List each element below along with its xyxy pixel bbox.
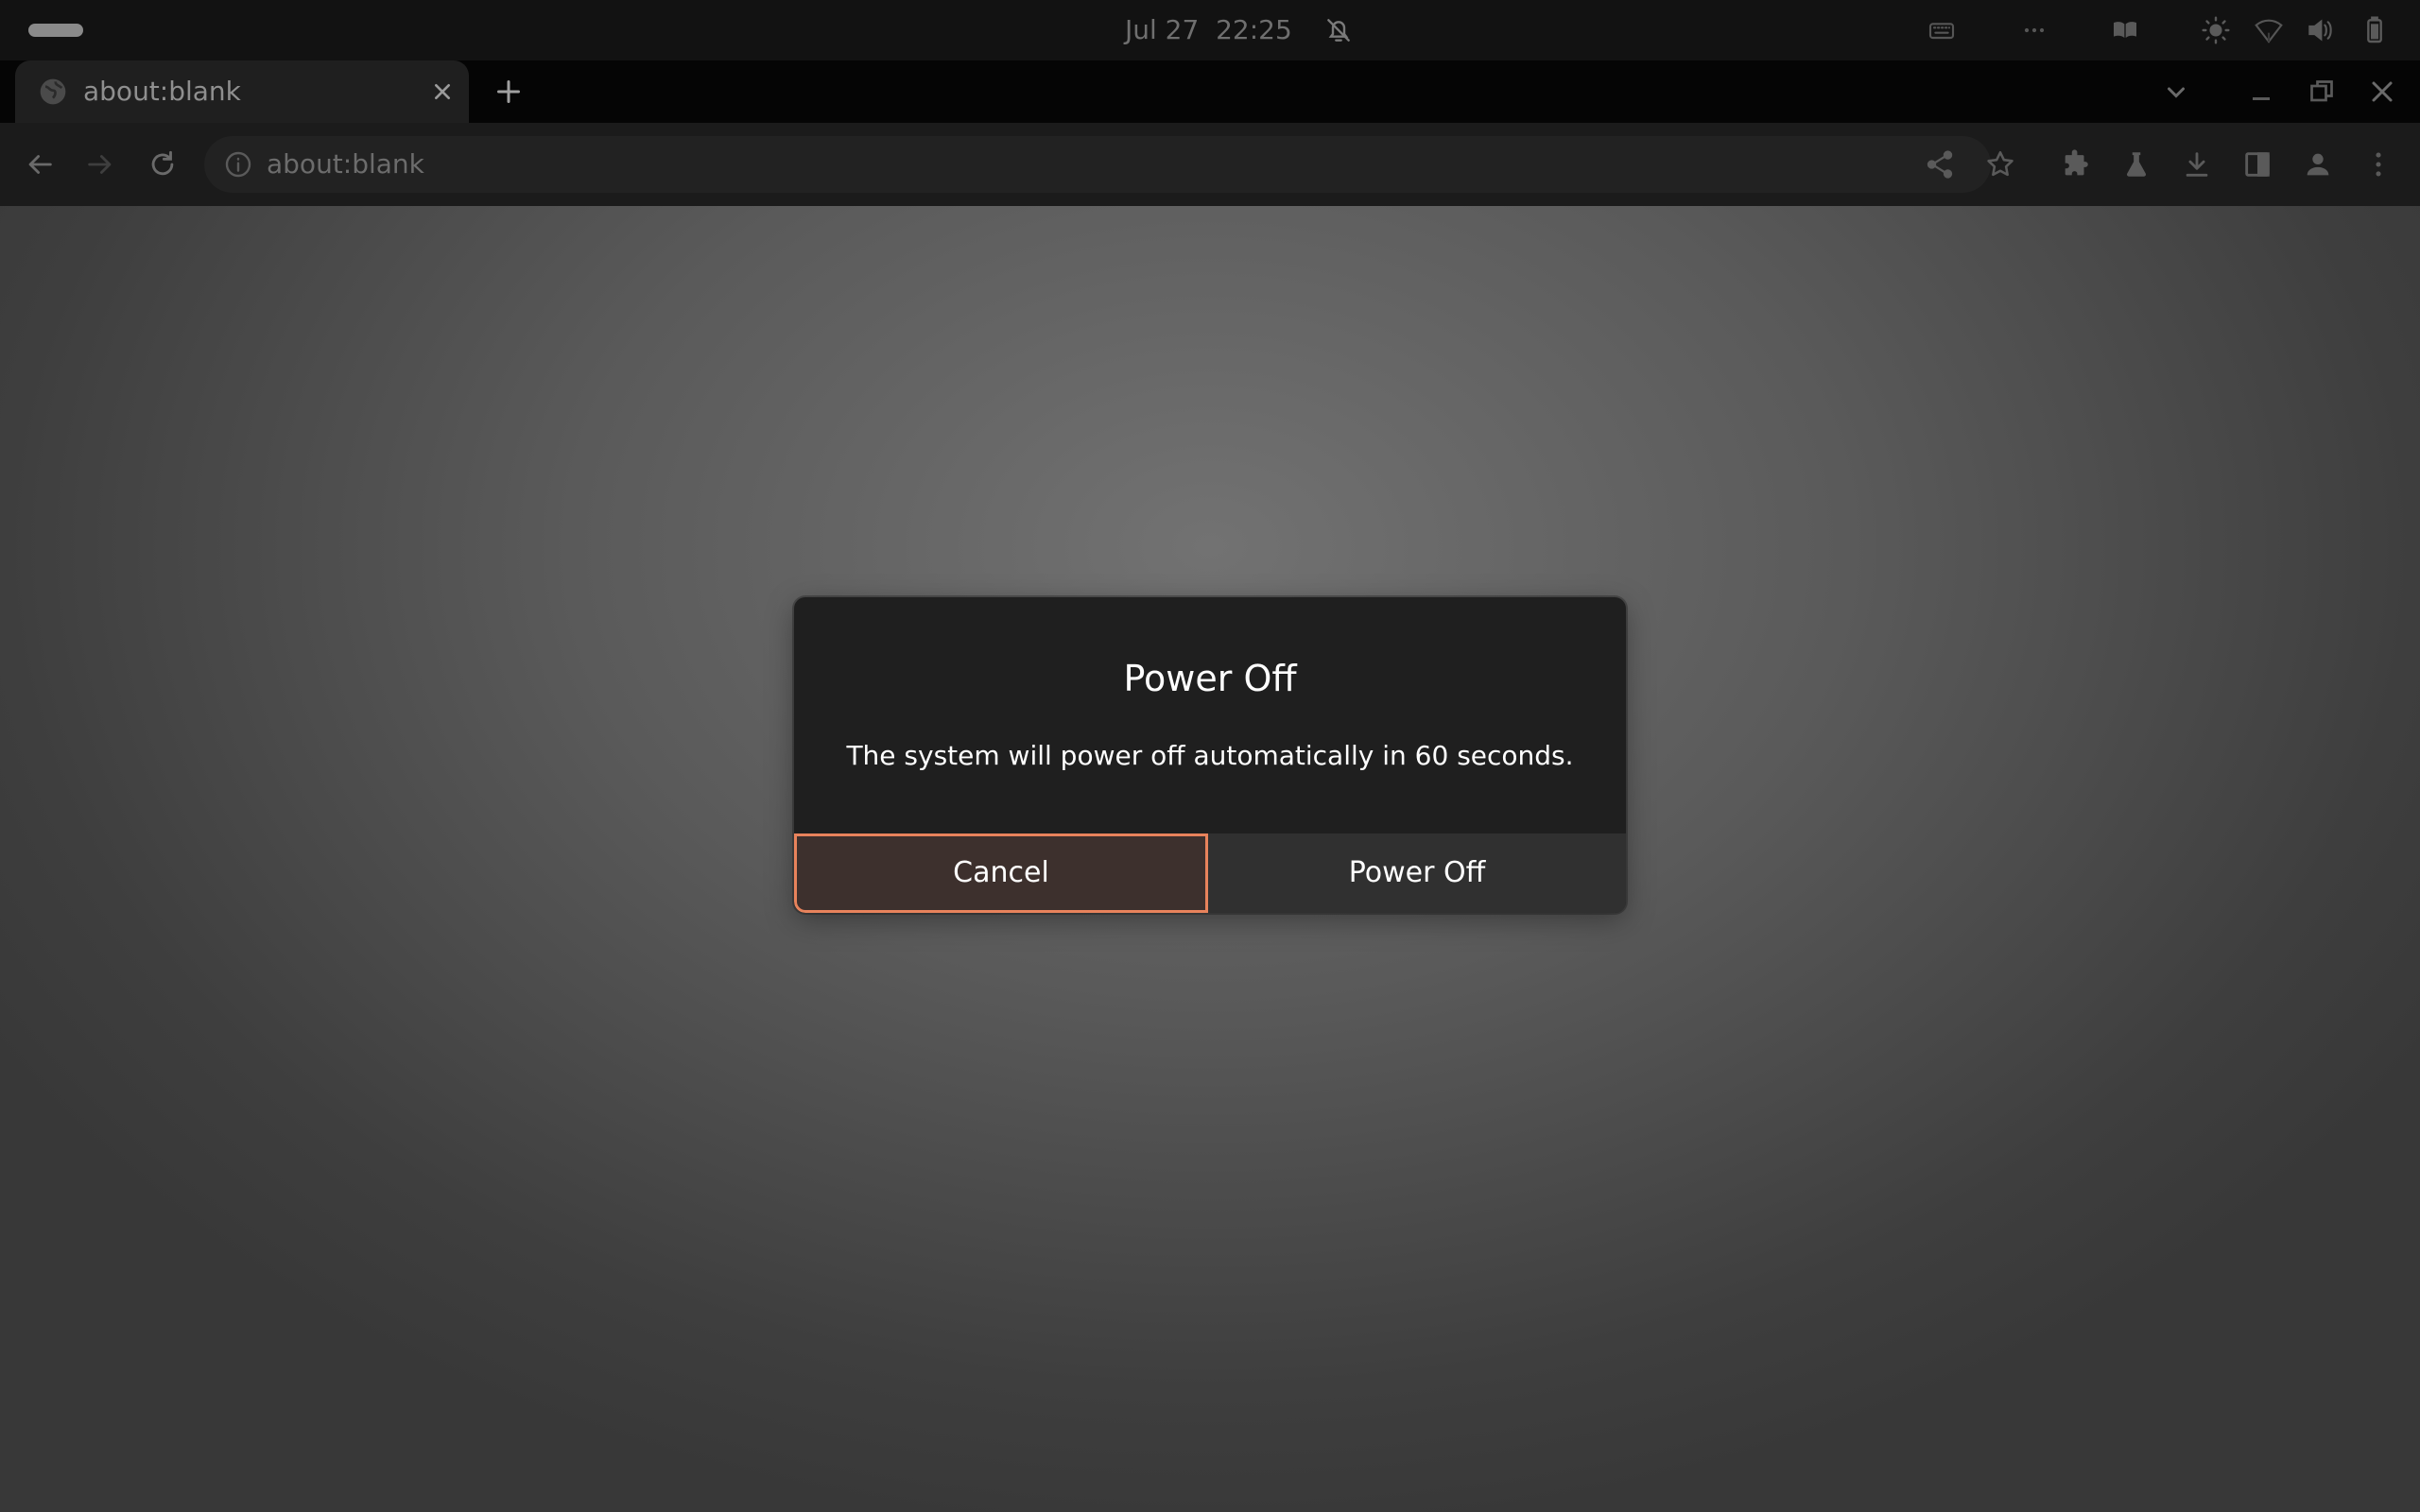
browser-tab-strip: about:blank: [0, 60, 2420, 123]
brightness-icon[interactable]: [2197, 11, 2235, 49]
forward-icon[interactable]: [79, 144, 121, 185]
profile-icon[interactable]: [2297, 144, 2339, 185]
share-icon[interactable]: [1919, 144, 1961, 185]
side-panel-icon[interactable]: [2237, 144, 2278, 185]
power-off-button[interactable]: Power Off: [1208, 833, 1626, 913]
book-icon[interactable]: [2106, 11, 2144, 49]
system-top-bar: Jul 27 22:25: [0, 0, 2420, 60]
new-tab-icon[interactable]: [492, 75, 526, 109]
clock-date[interactable]: Jul 27 22:25: [1125, 13, 1292, 47]
notifications-muted-icon[interactable]: [1320, 11, 1357, 49]
back-icon[interactable]: [19, 144, 60, 185]
maximize-icon[interactable]: [2305, 75, 2339, 109]
download-icon[interactable]: [2176, 144, 2218, 185]
info-icon[interactable]: [223, 149, 253, 180]
battery-icon[interactable]: [2356, 11, 2394, 49]
globe-icon: [40, 78, 66, 105]
more-icon[interactable]: [2015, 11, 2053, 49]
extensions-icon[interactable]: [2055, 144, 2097, 185]
tab-close-icon[interactable]: [427, 77, 458, 107]
tab-search-icon[interactable]: [2159, 75, 2193, 109]
activities-button[interactable]: [28, 24, 83, 37]
labs-icon[interactable]: [2116, 144, 2157, 185]
dialog-title: Power Off: [1123, 658, 1297, 699]
browser-tab[interactable]: about:blank: [15, 60, 469, 123]
volume-icon[interactable]: [2301, 11, 2339, 49]
keyboard-icon[interactable]: [1923, 11, 1961, 49]
url-text: about:blank: [267, 148, 424, 180]
wifi-icon[interactable]: [2250, 11, 2288, 49]
dialog-button-row: Cancel Power Off: [794, 833, 1626, 913]
cancel-button[interactable]: Cancel: [794, 833, 1208, 913]
close-icon[interactable]: [2365, 75, 2399, 109]
address-bar[interactable]: about:blank: [204, 136, 1991, 193]
reload-icon[interactable]: [142, 144, 183, 185]
minimize-icon[interactable]: [2244, 75, 2278, 109]
dialog-message: The system will power off automatically …: [846, 740, 1574, 771]
power-off-dialog: Power Off The system will power off auto…: [794, 597, 1626, 913]
tab-title: about:blank: [83, 76, 241, 107]
menu-icon[interactable]: [2358, 144, 2399, 185]
browser-toolbar: about:blank: [0, 123, 2420, 206]
star-icon[interactable]: [1979, 144, 2021, 185]
